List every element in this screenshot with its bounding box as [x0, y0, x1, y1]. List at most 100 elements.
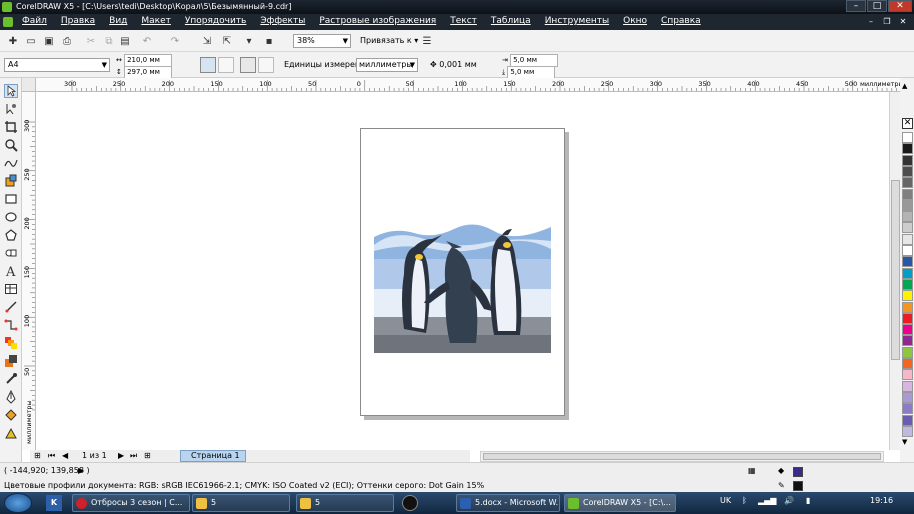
menu-effects[interactable]: Эффекты — [260, 16, 305, 26]
coords-arrow-icon[interactable]: ▶ — [78, 466, 84, 475]
ruler-origin[interactable] — [22, 78, 36, 92]
fill-color-swatch[interactable] — [793, 467, 803, 477]
color-swatch[interactable] — [902, 165, 913, 177]
current-page-button[interactable] — [258, 57, 274, 73]
color-swatch[interactable] — [902, 278, 913, 290]
doc-close-button[interactable]: ✕ — [898, 17, 908, 27]
color-swatch[interactable] — [902, 267, 913, 279]
prev-page-icon[interactable]: ◀ — [62, 451, 68, 460]
open-icon[interactable]: ▭ — [24, 34, 38, 48]
maximize-button[interactable]: □ — [867, 0, 887, 12]
eyedropper-tool-icon[interactable] — [4, 372, 18, 386]
start-button[interactable] — [4, 493, 32, 513]
color-swatch[interactable] — [902, 177, 913, 189]
menu-file[interactable]: Файл — [22, 16, 47, 26]
freehand-tool-icon[interactable] — [4, 156, 18, 170]
palette-scroll-up-icon[interactable]: ▲ — [902, 82, 907, 90]
units-select[interactable]: миллиметры ▼ — [356, 58, 418, 72]
color-swatch[interactable] — [902, 132, 913, 143]
color-swatch[interactable] — [902, 335, 913, 347]
next-page-icon[interactable]: ▶ — [118, 451, 124, 460]
undo-icon[interactable]: ↶ — [140, 34, 154, 48]
menu-tools[interactable]: Инструменты — [545, 16, 609, 26]
menu-arrange[interactable]: Упорядочить — [185, 16, 246, 26]
zoom-select[interactable]: 38% ▼ — [293, 34, 351, 48]
palette-scroll-down-icon[interactable]: ▼ — [902, 438, 907, 446]
menu-table[interactable]: Таблица — [491, 16, 531, 26]
color-swatch[interactable] — [902, 358, 913, 369]
basic-shapes-tool-icon[interactable] — [4, 246, 18, 260]
penguins-bitmap[interactable] — [374, 219, 551, 353]
fill-tool-icon[interactable] — [4, 408, 18, 422]
last-page-icon[interactable]: ⏭ — [130, 451, 137, 461]
language-indicator[interactable]: UK — [720, 496, 731, 505]
cut-icon[interactable]: ✂ — [84, 34, 98, 48]
zoom-tool-icon[interactable] — [4, 138, 18, 152]
rectangle-tool-icon[interactable] — [4, 192, 18, 206]
add-page-after-icon[interactable]: ⊞ — [144, 451, 151, 460]
color-swatch[interactable] — [902, 414, 913, 426]
color-swatch[interactable] — [902, 199, 913, 211]
portrait-button[interactable] — [200, 57, 216, 73]
launcher-icon[interactable]: ▾ — [242, 34, 256, 48]
network-icon[interactable]: ▂▄▆ — [758, 496, 776, 505]
volume-icon[interactable]: 🔊 — [784, 496, 794, 505]
menu-edit[interactable]: Правка — [61, 16, 95, 26]
duplicate-x-field[interactable]: ⇥ 5,0 мм — [502, 54, 559, 67]
connector-tool-icon[interactable] — [4, 318, 18, 332]
save-icon[interactable]: ▣ — [42, 34, 56, 48]
taskbar-item-folder-1[interactable]: 5 — [192, 494, 290, 512]
add-page-icon[interactable]: ⊞ — [34, 451, 41, 460]
landscape-button[interactable] — [218, 57, 234, 73]
doc-restore-button[interactable]: ❐ — [882, 17, 892, 27]
welcome-screen-icon[interactable]: ▪ — [262, 34, 276, 48]
paste-icon[interactable]: ▤ — [118, 34, 132, 48]
menu-text[interactable]: Текст — [450, 16, 477, 26]
parallel-dimension-tool-icon[interactable] — [4, 300, 18, 314]
crop-tool-icon[interactable] — [4, 120, 18, 134]
color-swatch[interactable] — [902, 301, 913, 313]
color-swatch[interactable] — [902, 425, 913, 437]
taskbar-item-folder-2[interactable]: 5 — [296, 494, 394, 512]
new-icon[interactable]: ✚ — [6, 34, 20, 48]
menu-bitmaps[interactable]: Растровые изображения — [319, 16, 436, 26]
pick-tool-icon[interactable] — [4, 84, 18, 98]
taskbar-item-coreldraw[interactable]: CorelDRAW X5 - [C:\... — [564, 494, 676, 512]
horizontal-ruler[interactable]: 300 250 200 150 100 50 0 50 100 150 200 250 300 350 40… — [22, 78, 900, 92]
power-icon[interactable]: ▮ — [806, 496, 810, 505]
horizontal-scroll-thumb[interactable] — [483, 453, 881, 460]
color-swatch[interactable] — [902, 256, 913, 268]
export-icon[interactable]: ⇱ — [220, 34, 234, 48]
minimize-button[interactable]: – — [846, 0, 866, 12]
duplicate-y-field[interactable]: ⤓ 5,0 мм — [502, 66, 556, 79]
menu-window[interactable]: Окно — [623, 16, 647, 26]
smart-fill-tool-icon[interactable] — [4, 174, 18, 188]
blend-tool-icon[interactable] — [4, 336, 18, 350]
color-swatch[interactable] — [902, 324, 913, 336]
color-swatch[interactable] — [902, 245, 913, 256]
color-swatch[interactable] — [902, 380, 913, 392]
vertical-scrollbar[interactable] — [889, 92, 900, 450]
first-page-icon[interactable]: ⏮ — [48, 451, 55, 461]
page-width-field[interactable]: ↔ 210,0 мм — [116, 54, 173, 67]
transparency-tool-icon[interactable] — [4, 354, 18, 368]
color-swatch[interactable] — [902, 290, 913, 302]
color-swatch[interactable] — [902, 188, 913, 200]
page-height-field[interactable]: ↕ 297,0 мм — [116, 66, 173, 79]
nudge-field[interactable]: ✥ 0,001 мм — [430, 58, 477, 72]
page-size-select[interactable]: A4 ▼ — [4, 58, 110, 72]
color-swatch[interactable] — [902, 369, 913, 381]
color-swatch[interactable] — [902, 391, 913, 403]
keyboard-app-icon[interactable]: K — [46, 495, 62, 511]
shape-tool-icon[interactable] — [4, 102, 18, 116]
options-icon[interactable]: ☰ — [420, 34, 434, 48]
taskbar-item-word[interactable]: 5.docx - Microsoft W... — [456, 494, 560, 512]
close-button[interactable]: ✕ — [888, 0, 912, 12]
outline-color-swatch[interactable] — [793, 481, 803, 491]
vertical-scroll-thumb[interactable] — [891, 180, 900, 360]
text-tool-icon[interactable]: A — [4, 264, 18, 278]
color-swatch[interactable] — [902, 222, 913, 234]
menu-help[interactable]: Справка — [661, 16, 701, 26]
print-icon[interactable]: ⎙ — [60, 34, 74, 48]
color-swatch[interactable] — [902, 143, 913, 155]
